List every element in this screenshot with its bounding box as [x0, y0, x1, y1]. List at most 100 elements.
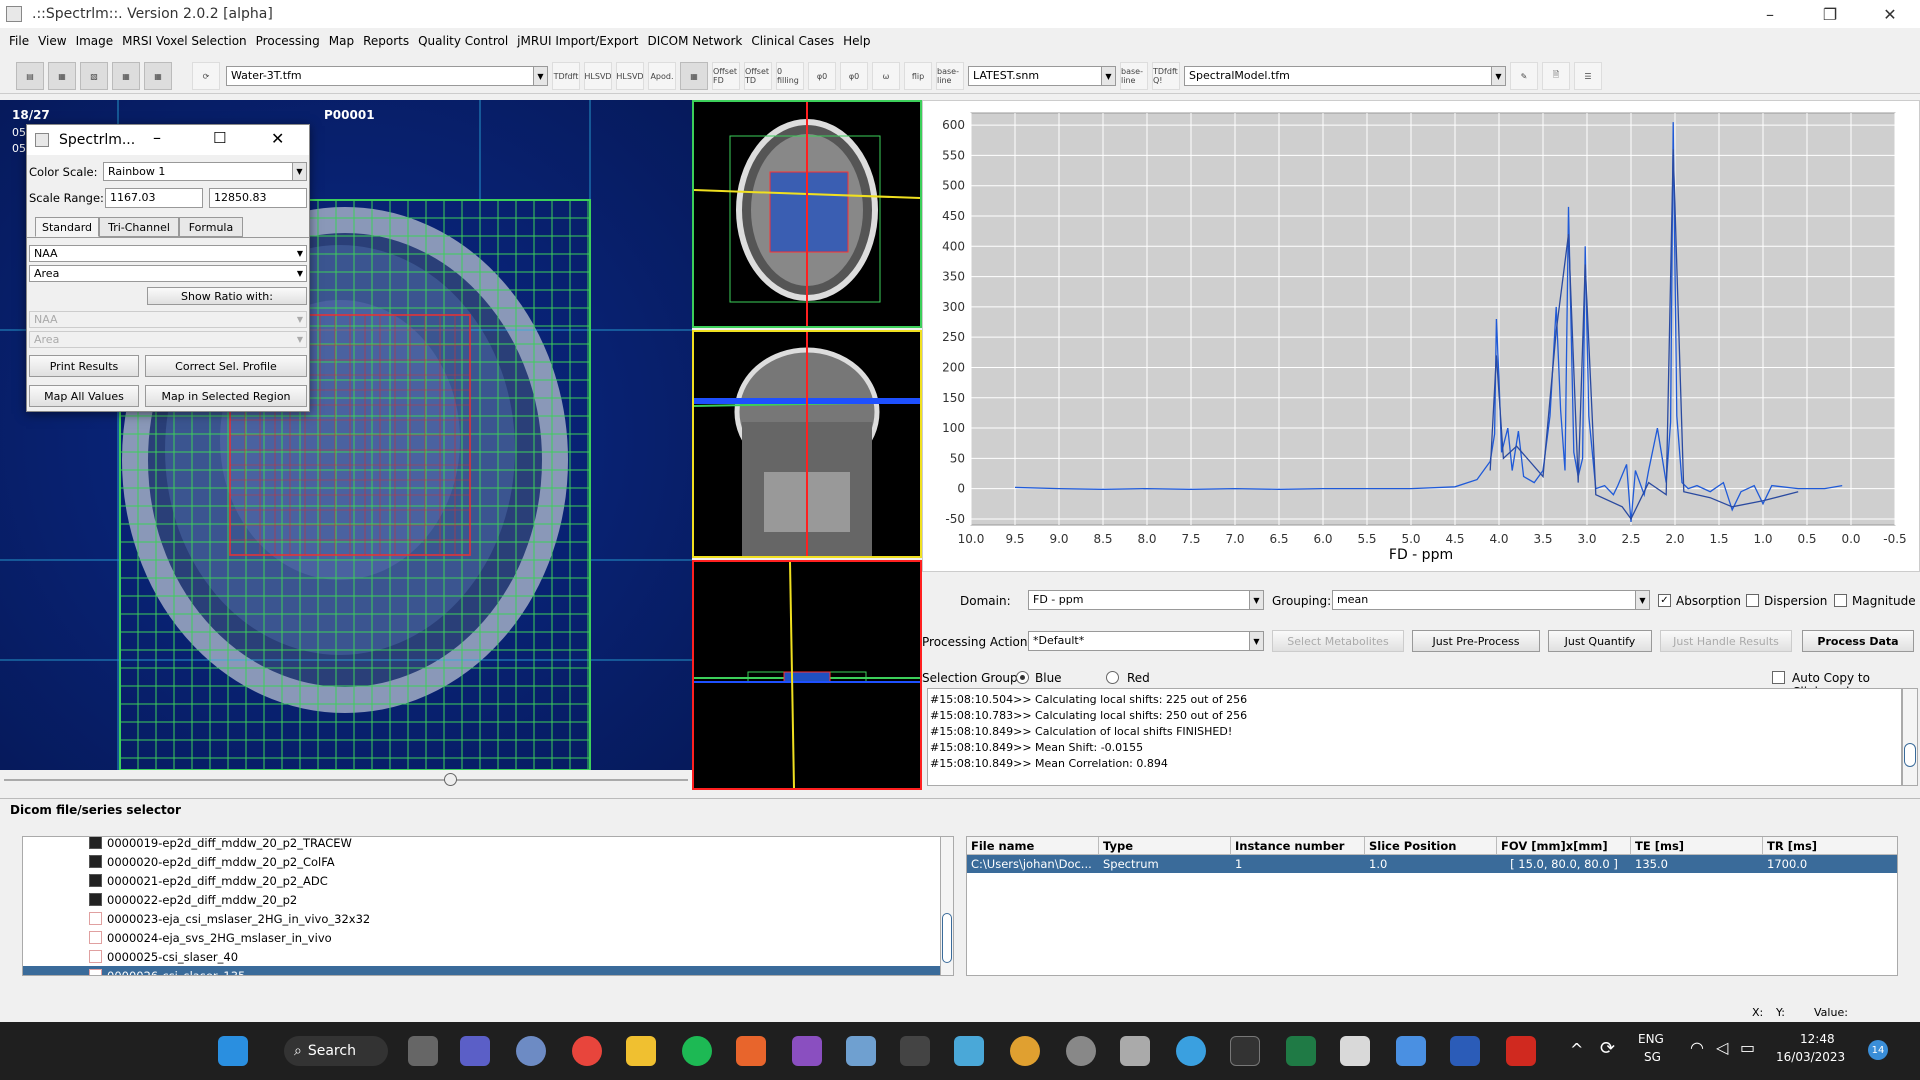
show-ratio-button[interactable]: Show Ratio with: — [147, 287, 307, 305]
terminal-icon[interactable] — [1230, 1036, 1260, 1066]
series-item[interactable]: 0000025-csi_slaser_40 — [23, 947, 941, 966]
series-item[interactable]: 0000021-ep2d_diff_mddw_20_p2_ADC — [23, 871, 941, 890]
visual-studio-icon[interactable] — [792, 1036, 822, 1066]
tdfdft-icon[interactable]: TDfdft — [552, 62, 580, 90]
calculator-icon[interactable] — [1120, 1036, 1150, 1066]
process-data-button[interactable]: Process Data — [1802, 630, 1914, 652]
series-item[interactable]: 0000024-eja_svs_2HG_mslaser_in_vivo — [23, 928, 941, 947]
document-settings-icon[interactable]: 🗎 — [1542, 62, 1570, 90]
col-slice-position[interactable]: Slice Position [mm] — [1365, 837, 1497, 867]
dispersion-checkbox[interactable] — [1746, 594, 1759, 607]
start-icon[interactable] — [218, 1036, 248, 1066]
notification-badge[interactable]: 14 — [1868, 1040, 1888, 1060]
minimize-icon[interactable]: – — [153, 128, 161, 147]
col-file-name[interactable]: File name — [967, 837, 1099, 855]
menu-dicom-network[interactable]: DICOM Network — [644, 32, 748, 52]
grid-tool3-icon[interactable]: ▦ — [144, 62, 172, 90]
tab-tri-channel[interactable]: Tri-Channel — [99, 217, 179, 237]
series-item[interactable]: 0000019-ep2d_diff_mddw_20_p2_TRACEW — [23, 837, 941, 852]
maximize-icon[interactable]: ☐ — [213, 129, 226, 147]
hlsvd-icon[interactable]: HLSVD — [584, 62, 612, 90]
excel-icon[interactable] — [1286, 1036, 1316, 1066]
flowchart-icon[interactable]: ▤ — [16, 62, 44, 90]
metabolite-select[interactable]: NAA ▼ — [29, 245, 307, 262]
series-item[interactable]: 0000022-ep2d_diff_mddw_20_p2 — [23, 890, 941, 909]
red-radio[interactable] — [1106, 671, 1119, 684]
menu-help[interactable]: Help — [840, 32, 876, 52]
just-preprocess-button[interactable]: Just Pre-Process — [1412, 630, 1540, 652]
battery-icon[interactable]: ▭ — [1740, 1038, 1755, 1057]
word-icon[interactable] — [1450, 1036, 1480, 1066]
edit-model-icon[interactable]: ✎ — [1510, 62, 1538, 90]
spectral-model-select[interactable]: SpectralModel.tfm ▼ — [1184, 66, 1506, 86]
chrome-icon[interactable] — [572, 1036, 602, 1066]
processing-action-select[interactable]: *Default* ▼ — [1028, 631, 1264, 651]
cube-app-icon[interactable] — [846, 1036, 876, 1066]
minimize-icon[interactable]: – — [1740, 0, 1800, 28]
network-app-icon[interactable] — [1176, 1036, 1206, 1066]
log-scrollbar[interactable] — [1902, 688, 1918, 786]
baseline-icon[interactable]: base-line — [936, 62, 964, 90]
correct-sel-profile-button[interactable]: Correct Sel. Profile — [145, 355, 307, 377]
spectrum-chart[interactable]: 600 550 500 450 400 350 300 250 200 150 100 50 0 -50 1… — [922, 100, 1920, 572]
just-handle-results-button[interactable]: Just Handle Results — [1660, 630, 1792, 652]
auto-copy-checkbox[interactable] — [1772, 671, 1785, 684]
col-te[interactable]: TE [ms] — [1631, 837, 1763, 855]
measure-select[interactable]: Area ▼ — [29, 265, 307, 282]
acrobat-icon[interactable] — [1506, 1036, 1536, 1066]
menu-map[interactable]: Map — [326, 32, 360, 52]
clock-time[interactable]: 12:48 — [1800, 1032, 1835, 1046]
select-metabolites-button[interactable]: Select Metabolites — [1272, 630, 1404, 652]
col-type[interactable]: Type — [1099, 837, 1231, 855]
map-selected-region-button[interactable]: Map in Selected Region — [145, 385, 307, 407]
wifi-icon[interactable]: ◠ — [1690, 1038, 1704, 1057]
offset-td-icon[interactable]: Offset TD — [744, 62, 772, 90]
r-icon[interactable] — [516, 1036, 546, 1066]
menu-jmrui-import-export[interactable]: jMRUI Import/Export — [514, 32, 644, 52]
menu-mrsi-voxel-selection[interactable]: MRSI Voxel Selection — [119, 32, 252, 52]
blue-radio[interactable] — [1016, 671, 1029, 684]
close-icon[interactable]: ✕ — [1860, 0, 1920, 28]
series-item[interactable]: 0000020-ep2d_diff_mddw_20_p2_ColFA — [23, 852, 941, 871]
file-explorer-icon[interactable] — [626, 1036, 656, 1066]
tree-scrollbar[interactable] — [940, 836, 954, 976]
hlsvd2-icon[interactable]: HLSVD — [616, 62, 644, 90]
water-model-select[interactable]: Water-3T.tfm ▼ — [226, 66, 548, 86]
menu-image[interactable]: Image — [73, 32, 120, 52]
menu-processing[interactable]: Processing — [253, 32, 326, 52]
menu-reports[interactable]: Reports — [360, 32, 415, 52]
range-min-input[interactable]: 1167.03 — [105, 188, 203, 208]
color-scale-select[interactable]: Rainbow 1 ▼ — [103, 162, 307, 181]
zero-filling-icon[interactable]: 0 filling — [776, 62, 804, 90]
file-table[interactable]: File name Type Instance number Slice Pos… — [966, 836, 1898, 976]
spotify-icon[interactable] — [682, 1036, 712, 1066]
ubuntu-icon[interactable] — [736, 1036, 766, 1066]
slice-slider[interactable] — [0, 770, 692, 790]
phase0-icon[interactable]: φ0 — [808, 62, 836, 90]
spectrum-plot[interactable]: 600550500450400350300250200150100500-501… — [923, 101, 1919, 571]
map-all-values-button[interactable]: Map All Values — [29, 385, 139, 407]
log-console[interactable]: #15:08:10.504>> Calculating local shifts… — [927, 688, 1902, 786]
axial-thumbnail[interactable] — [692, 100, 922, 328]
menu-file[interactable]: File — [6, 32, 35, 52]
inkscape-icon[interactable] — [900, 1036, 930, 1066]
series-item[interactable]: 0000023-eja_csi_mslaser_2HG_in_vivo_32x3… — [23, 909, 941, 928]
tab-formula[interactable]: Formula — [179, 217, 243, 237]
snm-select[interactable]: LATEST.snm ▼ — [968, 66, 1116, 86]
baseline2-icon[interactable]: base-line — [1120, 62, 1148, 90]
close-icon[interactable]: ✕ — [271, 129, 284, 148]
absorption-checkbox[interactable]: ✓ — [1658, 594, 1671, 607]
notepad-icon[interactable] — [1396, 1036, 1426, 1066]
splitter[interactable] — [922, 574, 1920, 584]
series-item-selected[interactable]: 0000026-csi_slaser_135 — [23, 966, 941, 975]
slider-handle[interactable] — [444, 773, 457, 786]
virtualbox-icon[interactable] — [954, 1036, 984, 1066]
domain-select[interactable]: FD - ppm ▼ — [1028, 590, 1264, 610]
omega-icon[interactable]: ω — [872, 62, 900, 90]
restore-icon[interactable]: ❐ — [1800, 0, 1860, 28]
col-instance-number[interactable]: Instance number — [1231, 837, 1365, 855]
tdfdft-q-icon[interactable]: TDfdft Q! — [1152, 62, 1180, 90]
tree-scroll-thumb[interactable] — [942, 913, 952, 963]
magnitude-checkbox[interactable] — [1834, 594, 1847, 607]
list-check-icon[interactable]: ☰ — [1574, 62, 1602, 90]
